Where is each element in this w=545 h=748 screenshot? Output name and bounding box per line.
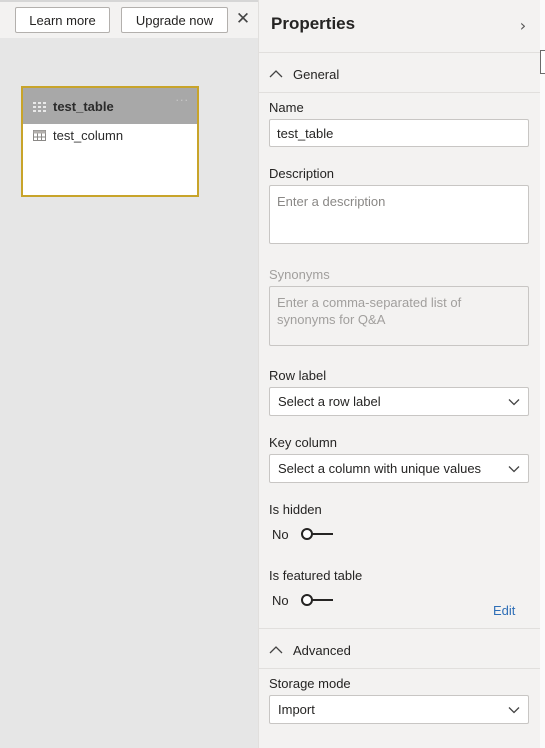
- synonyms-field: Enter a comma-separated list of synonyms…: [269, 286, 529, 346]
- canvas-top-bar: Learn more Upgrade now ✕: [0, 0, 258, 38]
- table-icon: [33, 101, 46, 112]
- divider: [259, 668, 541, 669]
- synonyms-placeholder: Enter a comma-separated list of synonyms…: [277, 295, 462, 327]
- divider: [259, 52, 541, 53]
- is-hidden-toggle-row: No: [272, 524, 333, 544]
- row-label-label: Row label: [269, 368, 327, 383]
- column-name: test_column: [53, 127, 124, 143]
- table-card-column[interactable]: test_column: [23, 124, 197, 146]
- row-label-value: Select a row label: [278, 394, 381, 409]
- is-featured-label: Is featured table: [269, 568, 363, 583]
- is-featured-toggle[interactable]: [300, 593, 333, 607]
- key-column-label: Key column: [269, 435, 337, 450]
- side-tab[interactable]: [540, 50, 545, 74]
- is-hidden-toggle[interactable]: [300, 527, 333, 541]
- row-label-dropdown[interactable]: Select a row label: [269, 387, 529, 416]
- collapse-pane-icon[interactable]: ›: [514, 14, 532, 36]
- key-column-dropdown[interactable]: Select a column with unique values: [269, 454, 529, 483]
- column-icon: [33, 129, 46, 141]
- description-field[interactable]: Enter a description: [269, 185, 529, 244]
- edit-featured-link[interactable]: Edit: [493, 603, 515, 618]
- advanced-section-header[interactable]: Advanced: [269, 640, 351, 660]
- is-featured-state: No: [272, 592, 289, 608]
- chevron-up-icon: [269, 646, 283, 654]
- table-card-header[interactable]: test_table ···: [23, 88, 197, 124]
- properties-pane: Properties › General Name test_table Des…: [258, 0, 541, 748]
- description-placeholder: Enter a description: [277, 194, 386, 209]
- divider: [259, 628, 541, 629]
- divider: [259, 92, 541, 93]
- window-edge: [540, 0, 545, 748]
- chevron-down-icon: [508, 398, 520, 405]
- close-icon[interactable]: ✕: [234, 8, 252, 30]
- chevron-down-icon: [508, 465, 520, 472]
- table-card-title: test_table: [53, 98, 114, 114]
- chevron-down-icon: [508, 706, 520, 713]
- learn-more-button[interactable]: Learn more: [15, 7, 110, 33]
- storage-mode-dropdown[interactable]: Import: [269, 695, 529, 724]
- storage-mode-label: Storage mode: [269, 676, 351, 691]
- model-canvas[interactable]: Learn more Upgrade now ✕ test_table ··· …: [0, 0, 258, 748]
- more-options-icon[interactable]: ···: [176, 94, 190, 107]
- chevron-up-icon: [269, 70, 283, 78]
- pane-title: Properties: [271, 14, 356, 33]
- description-label: Description: [269, 166, 335, 181]
- is-featured-toggle-row: No: [272, 590, 333, 610]
- upgrade-now-button[interactable]: Upgrade now: [121, 7, 228, 33]
- storage-mode-value: Import: [278, 702, 315, 717]
- table-card-test-table[interactable]: test_table ··· test_column: [21, 86, 199, 197]
- general-section-header[interactable]: General: [269, 64, 339, 84]
- name-label: Name: [269, 100, 304, 115]
- is-hidden-label: Is hidden: [269, 502, 322, 517]
- general-section-label: General: [293, 66, 340, 82]
- advanced-section-label: Advanced: [293, 642, 351, 658]
- name-field[interactable]: test_table: [269, 119, 529, 147]
- synonyms-label: Synonyms: [269, 267, 330, 282]
- key-column-value: Select a column with unique values: [278, 461, 482, 476]
- is-hidden-state: No: [272, 526, 289, 542]
